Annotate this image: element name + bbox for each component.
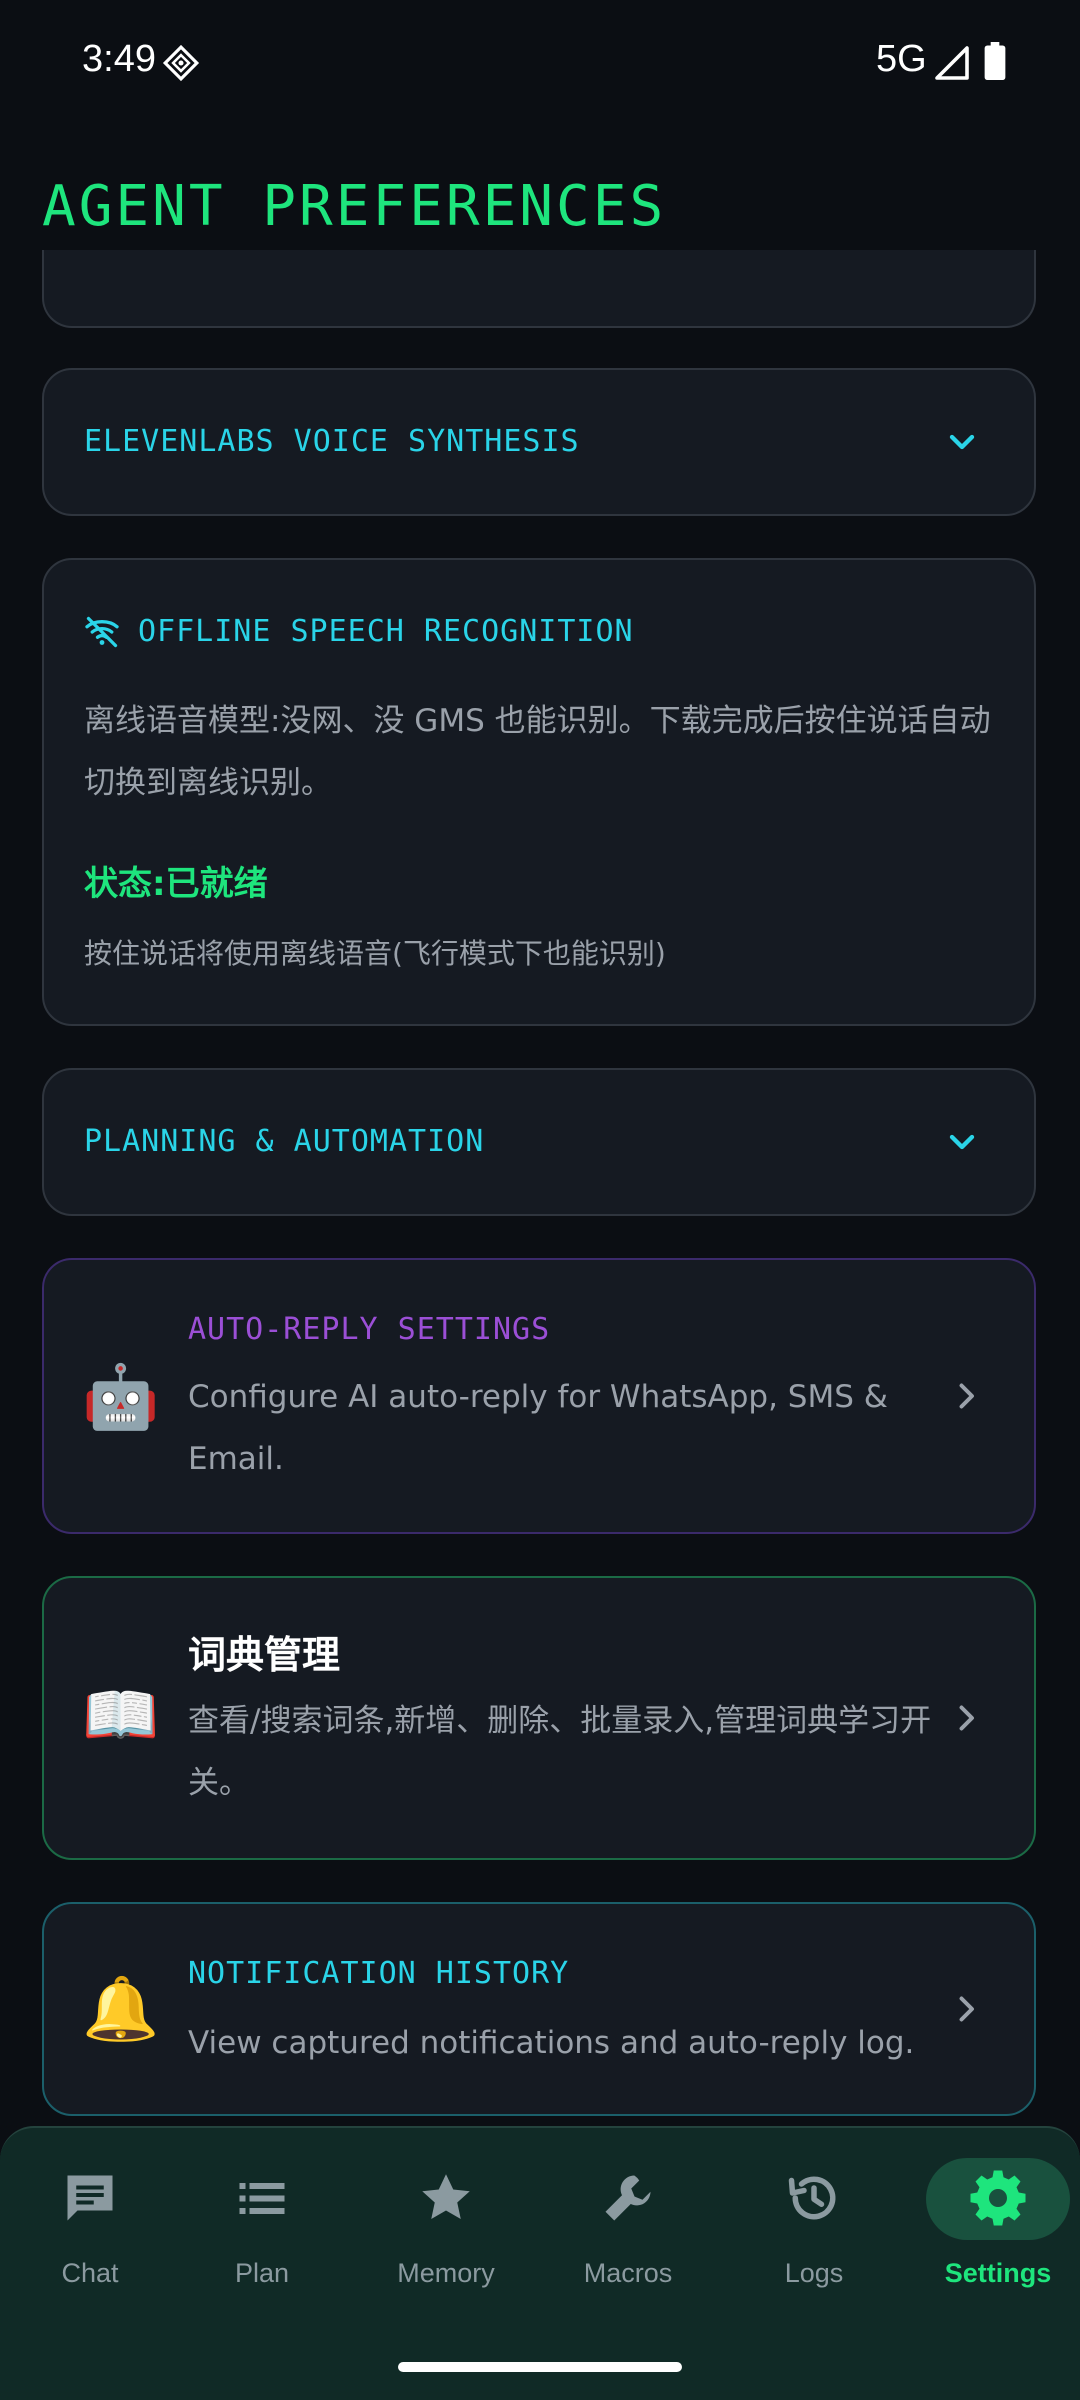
nav-label-macros: Macros <box>583 2258 673 2288</box>
bottom-navigation: Chat Plan Memory Macros Logs Settings <box>0 2126 1080 2400</box>
nav-item-macros[interactable]: Macros <box>538 2128 718 2328</box>
chat-icon <box>67 2175 113 2221</box>
voice-section-title: ELEVENLABS VOICE SYNTHESIS <box>84 424 580 459</box>
offline-section-title: OFFLINE SPEECH RECOGNITION <box>138 614 634 649</box>
nav-item-plan[interactable]: Plan <box>172 2128 352 2328</box>
status-time: 3:49 <box>82 38 156 80</box>
history-icon <box>788 2176 836 2220</box>
nav-label-plan: Plan <box>234 2258 290 2288</box>
gear-icon <box>970 2170 1026 2226</box>
notification-history-description: View captured notifications and auto-rep… <box>188 2025 915 2061</box>
nav-label-memory: Memory <box>397 2258 495 2288</box>
auto-reply-title: AUTO-REPLY SETTINGS <box>188 1312 551 1347</box>
auto-reply-settings-entry[interactable]: 🤖 AUTO-REPLY SETTINGS Configure AI auto-… <box>42 1258 1036 1534</box>
network-type: 5G <box>876 38 927 80</box>
book-icon: 📖 <box>82 1678 160 1751</box>
star-icon <box>422 2174 470 2219</box>
voice-synthesis-section[interactable]: ELEVENLABS VOICE SYNTHESIS <box>42 368 1036 516</box>
notification-history-title: NOTIFICATION HISTORY <box>188 1956 570 1991</box>
home-indicator[interactable] <box>398 2362 682 2372</box>
dictionary-management-entry[interactable]: 📖 词典管理 查看/搜索词条,新增、删除、批量录入,管理词典学习开关。 <box>42 1576 1036 1860</box>
dictionary-description: 查看/搜索词条,新增、删除、批量录入,管理词典学习开关。 <box>188 1703 932 1801</box>
settings-screen: 3:49 5G AGENT PREFERENCES ELEVENLABS VOI… <box>0 0 1080 2400</box>
nav-label-logs: Logs <box>784 2258 844 2288</box>
chevron-right-icon <box>959 1383 974 1409</box>
chevron-down-icon[interactable] <box>942 1122 982 1162</box>
offline-description: 离线语音模型:没网、没 GMS 也能识别。下载完成后按住说话自动切换到离线识别。 <box>84 703 991 801</box>
offline-hint: 按住说话将使用离线语音(飞行模式下也能识别) <box>84 937 666 970</box>
collapsed-section-card[interactable] <box>42 250 1036 328</box>
nav-label-settings: Settings <box>944 2258 1052 2288</box>
chevron-right-icon <box>959 1705 974 1731</box>
nav-item-settings[interactable]: Settings <box>908 2128 1080 2328</box>
offline-status: 状态:已就绪 <box>84 864 268 904</box>
diamond-sync-icon <box>162 44 200 82</box>
wrench-icon <box>605 2175 651 2221</box>
nav-item-logs[interactable]: Logs <box>724 2128 904 2328</box>
planning-section-title: PLANNING & AUTOMATION <box>84 1124 485 1159</box>
chevron-down-icon[interactable] <box>942 422 982 462</box>
chevron-right-icon <box>959 1996 974 2022</box>
nav-item-memory[interactable]: Memory <box>356 2128 536 2328</box>
notification-history-entry[interactable]: 🔔 NOTIFICATION HISTORY View captured not… <box>42 1902 1036 2116</box>
status-bar: 3:49 5G <box>0 0 1080 120</box>
page-title: AGENT PREFERENCES <box>42 174 667 239</box>
nav-item-chat[interactable]: Chat <box>0 2128 180 2328</box>
offline-speech-section: OFFLINE SPEECH RECOGNITION 离线语音模型:没网、没 G… <box>42 558 1036 1026</box>
nav-label-chat: Chat <box>61 2258 119 2288</box>
planning-automation-section[interactable]: PLANNING & AUTOMATION <box>42 1068 1036 1216</box>
wifi-off-icon <box>85 616 119 648</box>
list-icon <box>239 2183 285 2214</box>
signal-icon <box>935 46 969 80</box>
robot-icon: 🤖 <box>82 1360 160 1433</box>
battery-icon <box>984 42 1006 80</box>
bell-icon: 🔔 <box>82 1972 160 2045</box>
dictionary-title: 词典管理 <box>188 1633 341 1677</box>
auto-reply-description: Configure AI auto-reply for WhatsApp, SM… <box>188 1379 888 1477</box>
